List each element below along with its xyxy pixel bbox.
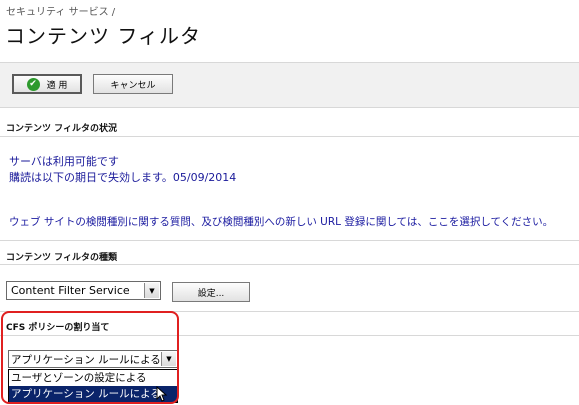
server-status-text: サーバは利用可能です [9,155,119,168]
dropdown-option-user-zone[interactable]: ユーザとゾーンの設定による [9,370,177,386]
filter-type-heading: コンテンツ フィルタの種類 [6,253,117,263]
apply-button[interactable]: ✔ 適 用 [12,74,82,94]
dropdown-option-app-rules[interactable]: アプリケーション ルールによる [9,386,177,402]
page-title: コンテンツ フィルタ [5,24,201,48]
breadcrumb: セキュリティ サービス / [6,7,116,18]
cancel-button[interactable]: キャンセル [93,74,173,94]
mouse-pointer-icon [156,386,168,402]
filter-type-select[interactable]: Content Filter Service ▼ [6,281,161,300]
url-submission-link[interactable]: ウェブ サイトの検閲種別に関する質問、及び検閲種別への新しい URL 登録に関し… [9,214,553,229]
filter-type-value: Content Filter Service [11,284,130,297]
chevron-down-icon[interactable]: ▼ [144,283,159,298]
section-divider [0,136,579,137]
settings-button[interactable]: 設定... [172,282,250,302]
section-divider [0,264,579,265]
status-section-heading: コンテンツ フィルタの状況 [6,124,117,134]
section-divider [0,240,579,241]
page: セキュリティ サービス / コンテンツ フィルタ ✔ 適 用 キャンセル コンテ… [0,0,579,405]
toolbar [0,62,579,108]
policy-assignment-value: アプリケーション ルールによる [11,353,161,366]
apply-button-label: 適 用 [46,80,68,91]
policy-dropdown-list: ユーザとゾーンの設定による アプリケーション ルールによる [8,369,178,403]
section-divider [0,335,579,336]
section-divider [0,311,579,312]
policy-assignment-select[interactable]: アプリケーション ルールによる ▼ [8,350,178,368]
subscription-expiry-text: 購読は以下の期日で失効します。05/09/2014 [9,171,237,184]
chevron-down-icon[interactable]: ▼ [161,352,176,366]
policy-section-heading: CFS ポリシーの割り当て [6,323,110,333]
check-icon: ✔ [26,77,40,91]
